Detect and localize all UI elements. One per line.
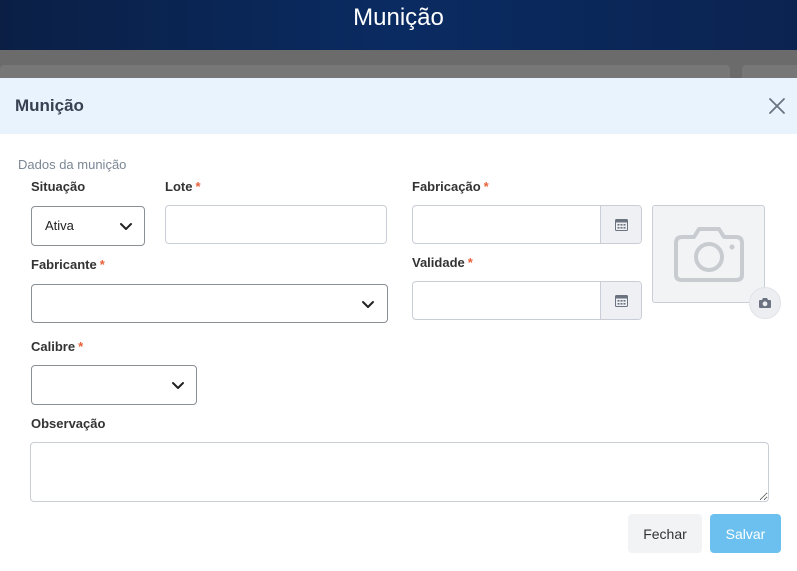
fabricacao-date-input[interactable] bbox=[412, 205, 642, 244]
situacao-select[interactable]: Ativa bbox=[31, 206, 145, 246]
observacao-textarea[interactable] bbox=[30, 442, 769, 502]
required-mark: * bbox=[78, 339, 84, 354]
app-title: Munição bbox=[353, 4, 444, 31]
photo-placeholder bbox=[652, 205, 765, 303]
fabricacao-calendar-button[interactable] bbox=[600, 206, 641, 243]
chevron-down-icon bbox=[120, 223, 132, 230]
calendar-icon bbox=[614, 295, 628, 307]
app-backdrop-strip bbox=[0, 50, 797, 78]
validade-calendar-button[interactable] bbox=[600, 282, 641, 319]
close-button[interactable] bbox=[766, 95, 788, 117]
fabricante-select[interactable] bbox=[31, 284, 388, 323]
lote-label: Lote * bbox=[165, 179, 201, 194]
chevron-down-icon bbox=[172, 382, 184, 389]
camera-icon bbox=[759, 298, 771, 308]
salvar-button[interactable]: Salvar bbox=[710, 514, 781, 553]
calibre-select[interactable] bbox=[31, 365, 197, 405]
take-photo-button[interactable] bbox=[749, 287, 781, 319]
validade-label: Validade * bbox=[412, 255, 473, 270]
fabricacao-label: Fabricação * bbox=[412, 179, 489, 194]
required-mark: * bbox=[467, 255, 473, 270]
situacao-label: Situação bbox=[31, 179, 86, 194]
camera-icon bbox=[673, 227, 744, 282]
fechar-button[interactable]: Fechar bbox=[628, 514, 702, 553]
section-title: Dados da munição bbox=[18, 157, 127, 172]
municao-modal: Munição Dados da munição Situação Ativa … bbox=[0, 78, 797, 571]
backdrop-panel bbox=[0, 65, 730, 78]
backdrop-panel bbox=[742, 65, 797, 78]
lote-input[interactable] bbox=[165, 205, 387, 244]
app-header: Munição bbox=[0, 0, 797, 50]
required-mark: * bbox=[195, 179, 201, 194]
situacao-value: Ativa bbox=[45, 218, 74, 233]
calibre-label: Calibre * bbox=[31, 339, 84, 354]
observacao-label: Observação bbox=[31, 416, 106, 431]
required-mark: * bbox=[483, 179, 489, 194]
fabricante-label: Fabricante * bbox=[31, 257, 105, 272]
required-mark: * bbox=[99, 257, 105, 272]
close-icon bbox=[769, 98, 785, 114]
chevron-down-icon bbox=[362, 301, 374, 308]
calendar-icon bbox=[614, 219, 628, 231]
modal-header: Munição bbox=[0, 78, 797, 134]
modal-title: Munição bbox=[15, 96, 84, 115]
validade-date-input[interactable] bbox=[412, 281, 642, 320]
